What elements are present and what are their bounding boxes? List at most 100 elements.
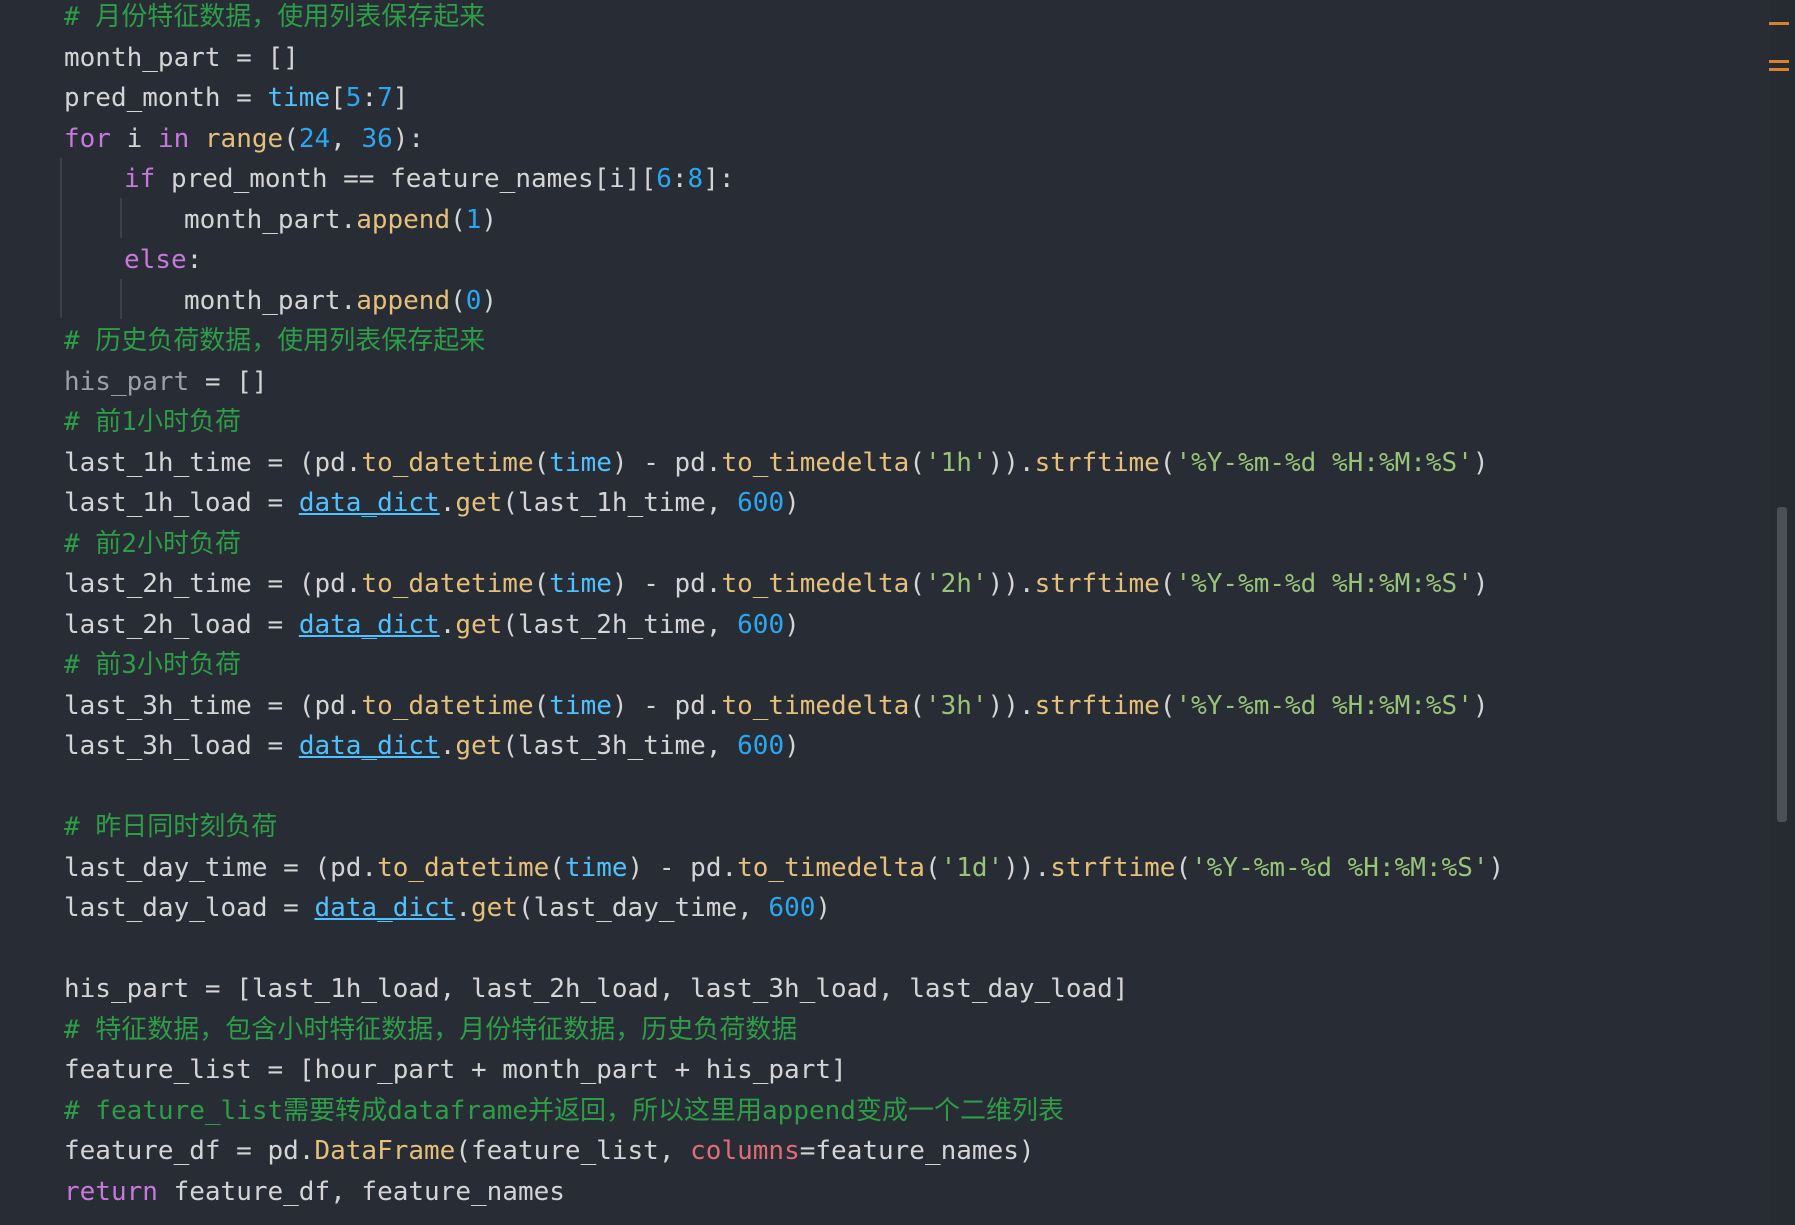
scrollbar-marker [1769, 68, 1789, 71]
code-token: 5 [345, 83, 362, 113]
indent-guide [60, 158, 62, 318]
code-line[interactable]: last_3h_load = data_dict.get(last_3h_tim… [64, 726, 800, 766]
code-token: get [455, 488, 503, 518]
vertical-scrollbar[interactable] [1769, 0, 1795, 1225]
code-token: ( [533, 690, 550, 721]
code-line[interactable]: # 特征数据，包含小时特征数据，月份特征数据，历史负荷数据 [64, 1010, 797, 1050]
code-line[interactable]: last_2h_load = data_dict.get(last_2h_tim… [64, 605, 800, 645]
code-token: to_timedelta [721, 690, 910, 721]
code-token: '3h' [924, 690, 988, 721]
code-token: i [110, 123, 158, 154]
code-token: ( [924, 852, 941, 883]
code-token: last_day_load = [64, 893, 315, 923]
code-token: 600 [737, 609, 785, 640]
code-line[interactable]: last_2h_time = (pd.to_datetime(time) - p… [64, 564, 1489, 604]
code-line[interactable]: return feature_df, feature_names [64, 1172, 565, 1212]
code-token: data_dict [298, 488, 440, 518]
code-token: data_dict [314, 893, 456, 923]
code-token: data_dict [298, 731, 440, 761]
code-token: month_part. [184, 204, 357, 235]
code-line[interactable]: month_part.append(0) [184, 281, 497, 321]
code-line[interactable]: pred_month = time[5:7] [64, 78, 408, 118]
code-line[interactable]: feature_df = pd.DataFrame(feature_list, … [64, 1131, 1035, 1171]
code-token: last_3h_time = (pd. [64, 690, 362, 721]
code-token: (feature_list, [455, 1136, 691, 1166]
code-token: . [439, 731, 456, 761]
code-token: ( [533, 447, 550, 478]
code-token: else [124, 245, 187, 275]
code-token: , [330, 123, 362, 154]
code-comment: # 月份特征数据，使用列表保存起来 [64, 2, 486, 32]
code-token: feature_list = [hour_part + month_part +… [64, 1055, 847, 1085]
code-token: (last_3h_time, [502, 731, 738, 761]
code-token: ( [909, 690, 925, 721]
code-token: '%Y-%m-%d %H:%M:%S' [1191, 852, 1489, 883]
code-line[interactable]: # 前1小时负荷 [64, 402, 241, 442]
code-token: . [439, 488, 456, 518]
code-token: ( [909, 569, 925, 599]
code-line[interactable]: month_part = [] [64, 38, 299, 78]
code-token: (last_day_time, [517, 893, 769, 923]
code-token: ) - pd. [627, 852, 738, 883]
code-token: '1d' [940, 852, 1004, 883]
code-comment: # 昨日同时刻负荷 [64, 812, 278, 842]
code-token: ): [392, 123, 425, 154]
code-token: append [356, 285, 451, 316]
indent-guide [120, 279, 122, 319]
indent-guide [120, 198, 122, 238]
code-line[interactable]: # 昨日同时刻负荷 [64, 807, 277, 847]
code-token: append [356, 204, 451, 235]
code-line[interactable]: feature_list = [hour_part + month_part +… [64, 1050, 847, 1090]
code-line[interactable]: if pred_month == feature_names[i][6:8]: [124, 159, 735, 199]
code-token: ) [784, 609, 800, 640]
code-line[interactable]: last_day_load = data_dict.get(last_day_t… [64, 888, 831, 928]
code-token: ) - pd. [611, 569, 722, 599]
code-line[interactable]: # 前3小时负荷 [64, 645, 241, 685]
code-token: columns [690, 1136, 800, 1166]
code-token: in [157, 123, 190, 154]
code-line[interactable]: his_part = [last_1h_load, last_2h_load, … [64, 969, 1128, 1009]
code-line[interactable]: month_part.append(1) [184, 200, 497, 240]
code-token: ( [1159, 569, 1176, 599]
code-line[interactable]: last_1h_time = (pd.to_datetime(time) - p… [64, 443, 1489, 483]
code-token: pred_month == feature_names[i][ [155, 164, 657, 194]
code-token: to_datetime [361, 447, 534, 478]
code-editor[interactable]: # 月份特征数据，使用列表保存起来 month_part = [] pred_mon… [0, 0, 1795, 1225]
code-token: to_timedelta [737, 852, 925, 883]
code-token: last_2h_load = [64, 609, 299, 640]
code-line[interactable]: last_3h_time = (pd.to_datetime(time) - p… [64, 686, 1489, 726]
code-token: ) [1472, 447, 1489, 478]
code-token: his_part = [last_1h_load, last_2h_load, … [64, 974, 1129, 1004]
code-line[interactable]: # feature_list需要转成dataframe并返回，所以这里用appe… [64, 1091, 1064, 1131]
code-token: 600 [737, 731, 785, 761]
code-token: pred_month = [64, 83, 268, 113]
code-token: ( [1159, 447, 1176, 478]
code-line[interactable]: last_1h_load = data_dict.get(last_1h_tim… [64, 483, 800, 523]
code-token: 36 [361, 123, 393, 154]
code-token: get [455, 609, 503, 640]
code-line[interactable]: his_part = [] [64, 362, 268, 402]
code-comment: # 前1小时负荷 [64, 407, 241, 437]
code-token: data_dict [298, 609, 440, 640]
code-token: ) [1488, 852, 1505, 883]
code-token: '1h' [924, 447, 988, 478]
code-line[interactable]: for i in range(24, 36): [64, 119, 424, 159]
code-line[interactable]: else: [124, 240, 202, 280]
code-token: ( [1159, 690, 1176, 721]
code-line[interactable]: # 月份特征数据，使用列表保存起来 [64, 0, 485, 37]
code-token: if [124, 164, 156, 194]
code-line[interactable]: # 前2小时负荷 [64, 524, 241, 564]
code-token: ( [549, 852, 565, 883]
code-token: time [549, 569, 612, 599]
code-token: to_datetime [377, 852, 550, 883]
scrollbar-thumb[interactable] [1777, 507, 1787, 822]
code-line[interactable]: last_day_time = (pd.to_datetime(time) - … [64, 848, 1504, 888]
code-token: '%Y-%m-%d %H:%M:%S' [1175, 690, 1473, 721]
code-token: (last_2h_time, [502, 609, 738, 640]
code-token: 6 [656, 164, 672, 194]
code-token: month_part. [184, 285, 357, 316]
code-token: last_2h_time = (pd. [64, 569, 362, 599]
code-comment: # 前3小时负荷 [64, 650, 241, 680]
code-line[interactable]: # 历史负荷数据，使用列表保存起来 [64, 321, 485, 361]
